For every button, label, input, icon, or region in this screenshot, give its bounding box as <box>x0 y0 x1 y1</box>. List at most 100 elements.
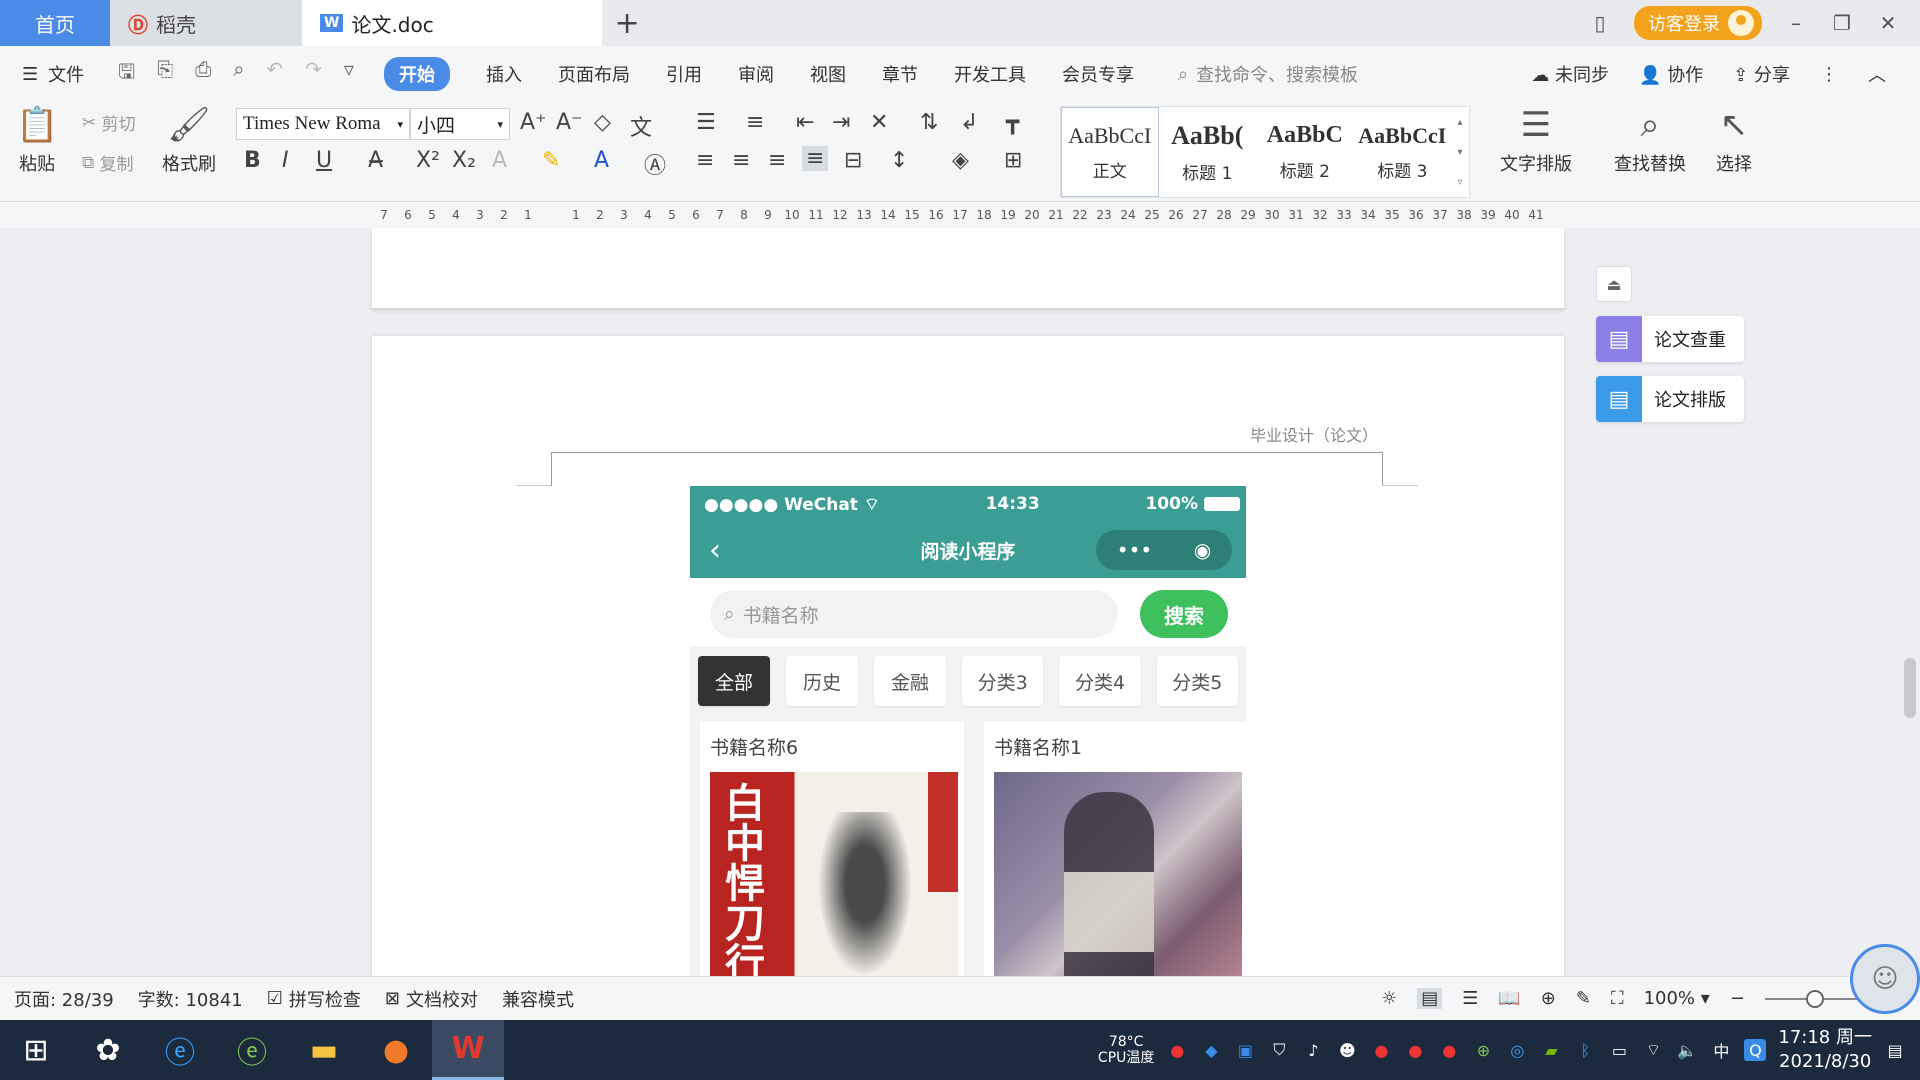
borders-icon[interactable]: ⊞ <box>1004 148 1022 173</box>
spell-check-button[interactable]: ☑ 拼写检查 <box>267 986 361 1012</box>
collapse-ribbon-icon[interactable]: ︿ <box>1868 61 1886 87</box>
superscript-icon[interactable]: X² <box>416 148 440 173</box>
start-button[interactable]: ⊞ <box>0 1020 72 1080</box>
collaborate-button[interactable]: 👤 协作 <box>1639 61 1703 87</box>
document-page[interactable]: 毕业设计（论文） ●●●●● WeChat ⌔ 14:33 100% ‹ 阅读小… <box>372 336 1564 976</box>
cut-button[interactable]: ✂ 剪切 <box>82 110 136 136</box>
embedded-phone-screenshot[interactable]: ●●●●● WeChat ⌔ 14:33 100% ‹ 阅读小程序 ••• ◉ … <box>690 486 1246 976</box>
new-tab-button[interactable]: + <box>602 0 652 46</box>
volume-icon[interactable]: 🔈 <box>1676 1039 1698 1061</box>
ime-indicator[interactable]: 中 <box>1710 1039 1732 1061</box>
eye-protect-icon[interactable]: ☼ <box>1381 988 1397 1009</box>
align-left-icon[interactable]: ≡ <box>696 148 714 173</box>
format-painter-button[interactable]: 🖌 格式刷 <box>162 106 216 176</box>
close-icon[interactable]: ✕ <box>1876 11 1900 35</box>
copy-button[interactable]: ⧉ 复制 <box>82 150 134 176</box>
align-center-icon[interactable]: ≡ <box>732 148 750 173</box>
customize-dropdown-icon[interactable]: ▿ <box>344 57 354 91</box>
decrease-indent-icon[interactable]: ⇤ <box>796 110 814 135</box>
clear-format-icon[interactable]: ◇ <box>594 110 611 135</box>
vertical-scrollbar[interactable] <box>1900 228 1920 976</box>
shrink-font-icon[interactable]: A⁻ <box>556 110 583 135</box>
more-icon[interactable]: ⋮ <box>1820 64 1838 85</box>
text-layout-button[interactable]: ☰ 文字排版 <box>1500 106 1572 176</box>
menu-tab-member[interactable]: 会员专享 <box>1062 61 1134 87</box>
taskbar-app-360[interactable]: ⓔ <box>216 1020 288 1080</box>
phonetic-icon[interactable]: 文 <box>630 110 652 142</box>
page-indicator[interactable]: 页面: 28/39 <box>14 986 114 1012</box>
sync-button[interactable]: ☁ 未同步 <box>1531 61 1609 87</box>
taskbar-app-game[interactable]: ● <box>360 1020 432 1080</box>
tab-ruler-icon[interactable]: ┳ <box>1006 110 1019 135</box>
fit-page-icon[interactable]: ⛶ <box>1611 988 1624 1009</box>
menu-tab-chapter[interactable]: 章节 <box>882 61 918 87</box>
text-effect-icon[interactable]: A <box>492 148 507 173</box>
font-size-select[interactable]: 小四 ▾ <box>410 108 510 140</box>
paste-button[interactable]: 📋 粘贴 <box>16 106 58 176</box>
styles-scroll[interactable]: ▴ ▾ ▿ <box>1451 107 1469 197</box>
zoom-slider-knob[interactable] <box>1805 989 1824 1008</box>
window-layout-icon[interactable]: ▯ <box>1588 11 1612 35</box>
command-search[interactable]: ⌕ 查找命令、搜索模板 <box>1178 61 1358 87</box>
tray-app-icon[interactable]: ● <box>1166 1039 1188 1061</box>
taskbar-app-wps[interactable]: W <box>432 1020 504 1080</box>
tab-document[interactable]: W 论文.doc <box>302 0 602 46</box>
doc-proof-button[interactable]: ⊠ 文档校对 <box>385 986 478 1012</box>
undo-icon[interactable]: ↶ <box>266 57 283 91</box>
qq-icon[interactable]: ☻ <box>1336 1039 1358 1061</box>
assistant-bubble[interactable]: ☺ <box>1850 944 1920 1014</box>
save-icon[interactable]: 🖫 <box>118 57 135 91</box>
taskbar-app-explorer[interactable]: ▬ <box>288 1020 360 1080</box>
font-color-icon[interactable]: A <box>594 148 609 173</box>
file-menu[interactable]: ☰ 文件 <box>22 61 84 87</box>
bell-icon[interactable]: ♪ <box>1302 1039 1324 1061</box>
justify-icon[interactable]: ≡ <box>802 146 829 171</box>
tray-camera-icon[interactable]: ◎ <box>1506 1039 1528 1061</box>
tray-plus-icon[interactable]: ⊕ <box>1472 1039 1494 1061</box>
sort-icon[interactable]: ⇅ <box>920 110 938 135</box>
notification-icon[interactable]: ▤ <box>1884 1039 1906 1061</box>
side-panel-collapse-button[interactable]: ⏏ <box>1596 266 1632 302</box>
scrollbar-thumb[interactable] <box>1904 658 1916 718</box>
tray-security-icon[interactable]: ◆ <box>1200 1039 1222 1061</box>
zoom-slider[interactable] <box>1764 989 1865 1008</box>
zoom-out-icon[interactable]: − <box>1730 988 1745 1009</box>
tray-app-icon[interactable]: ● <box>1404 1039 1426 1061</box>
align-right-icon[interactable]: ≡ <box>768 148 786 173</box>
bullet-list-icon[interactable]: ☰ <box>696 110 716 135</box>
tab-home[interactable]: 首页 <box>0 0 110 46</box>
paper-layout-button[interactable]: ▤ 论文排版 <box>1596 376 1744 422</box>
menu-tab-developer[interactable]: 开发工具 <box>954 61 1026 87</box>
restore-icon[interactable]: ❐ <box>1830 11 1854 35</box>
chinese-layout-icon[interactable]: ✕ <box>870 110 888 135</box>
tray-app-icon[interactable]: ● <box>1370 1039 1392 1061</box>
battery-icon[interactable]: ▭ <box>1608 1039 1630 1061</box>
find-replace-button[interactable]: ⌕ 查找替换 <box>1614 106 1686 176</box>
zoom-level-select[interactable]: 100% ▾ <box>1644 988 1710 1009</box>
word-count[interactable]: 字数: 10841 <box>138 986 243 1012</box>
taskbar-app-fan[interactable]: ✿ <box>72 1020 144 1080</box>
show-marks-icon[interactable]: ↲ <box>960 110 978 135</box>
menu-tab-start[interactable]: 开始 <box>383 57 450 91</box>
underline-icon[interactable]: U <box>316 148 332 173</box>
strikethrough-icon[interactable]: A̶ <box>368 148 383 173</box>
paper-check-button[interactable]: ▤ 论文查重 <box>1596 316 1744 362</box>
tray-app-icon[interactable]: ● <box>1438 1039 1460 1061</box>
horizontal-ruler[interactable]: 7 6 5 4 3 2 1 1 2 3 4 5 6 7 8 9 10 11 12 13 14 15 16 17 18 19 20 21… <box>0 202 1920 228</box>
tab-daoke[interactable]: Ⓓ 稻壳 <box>110 0 302 46</box>
write-view-icon[interactable]: ✎ <box>1576 988 1591 1009</box>
font-name-select[interactable]: Times New Roma ▾ <box>236 108 410 140</box>
tray-update-icon[interactable]: ▣ <box>1234 1039 1256 1061</box>
menu-tab-view[interactable]: 视图 <box>810 61 846 87</box>
shading-icon[interactable]: ◈ <box>952 148 969 173</box>
guest-login-button[interactable]: 访客登录 <box>1634 6 1762 40</box>
share-button[interactable]: ⇪ 分享 <box>1733 61 1790 87</box>
web-view-icon[interactable]: ⊕ <box>1541 988 1556 1009</box>
highlight-icon[interactable]: ✎ <box>542 148 560 173</box>
subscript-icon[interactable]: X₂ <box>452 148 476 173</box>
read-view-icon[interactable]: 📖 <box>1498 988 1520 1009</box>
menu-tab-references[interactable]: 引用 <box>666 61 702 87</box>
menu-tab-layout[interactable]: 页面布局 <box>558 61 630 87</box>
redo-icon[interactable]: ↷ <box>305 57 322 91</box>
select-button[interactable]: ↖ 选择 <box>1716 106 1752 176</box>
